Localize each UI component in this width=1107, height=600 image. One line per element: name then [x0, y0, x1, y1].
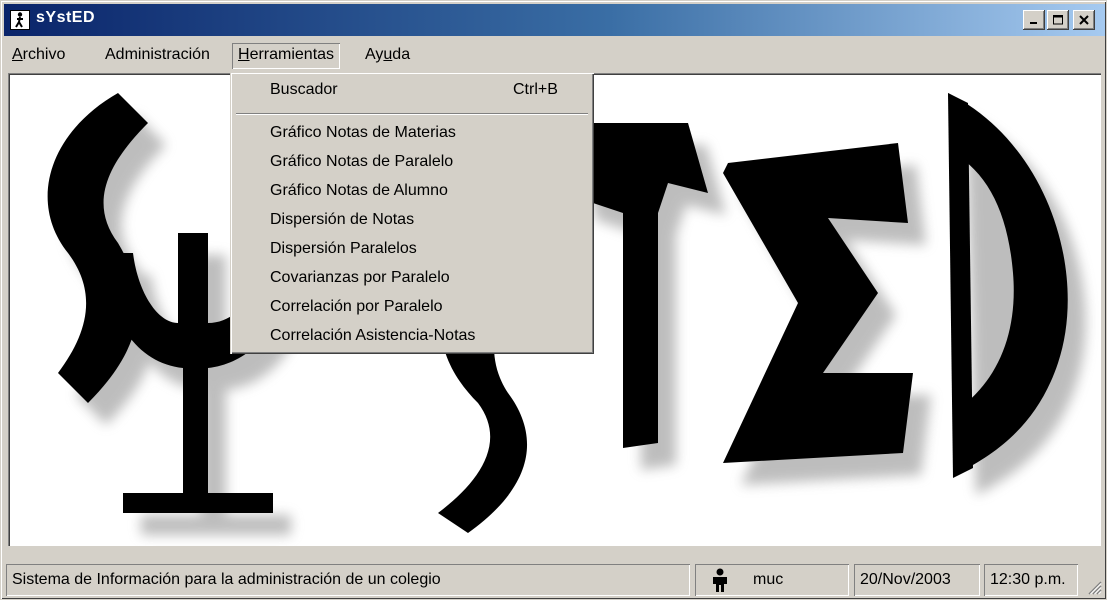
- close-button[interactable]: [1073, 10, 1095, 30]
- status-user-panel: muc: [695, 564, 849, 596]
- maximize-icon: [1052, 15, 1063, 25]
- status-bar: Sistema de Información para la administr…: [4, 561, 1105, 598]
- menu-ayuda[interactable]: Ayuda: [359, 43, 416, 69]
- menu-bar: Archivo Administración Herramientas Ayud…: [4, 39, 1105, 71]
- menu-separator: [236, 113, 588, 115]
- status-user: muc: [753, 571, 784, 588]
- menu-item-covarianzas-paralelo[interactable]: Covarianzas por Paralelo: [270, 265, 450, 291]
- status-date: 20/Nov/2003: [854, 564, 980, 596]
- main-window: sYstED Archivo Administración Herramient…: [0, 0, 1107, 600]
- menu-administracion[interactable]: Administración: [99, 43, 216, 69]
- minimize-icon: [1030, 22, 1037, 24]
- title-bar[interactable]: sYstED: [4, 4, 1105, 36]
- close-icon: [1079, 15, 1089, 25]
- menu-ayuda-label-rest: da: [392, 46, 411, 63]
- menu-herramientas-label: erramientas: [249, 46, 335, 63]
- resize-grip-icon[interactable]: [1084, 577, 1102, 595]
- menu-item-grafico-notas-materias[interactable]: Gráfico Notas de Materias: [270, 120, 456, 146]
- shortcut-buscador: Ctrl+B: [513, 81, 558, 98]
- menu-archivo-mnemonic: A: [12, 46, 23, 63]
- window-title: sYstED: [36, 9, 96, 26]
- menu-item-buscador[interactable]: Buscador: [270, 77, 338, 103]
- menu-item-correlacion-asistencia-notas[interactable]: Correlación Asistencia-Notas: [270, 323, 475, 349]
- menu-ayuda-mnemonic: u: [383, 46, 393, 63]
- menu-item-grafico-notas-alumno[interactable]: Gráfico Notas de Alumno: [270, 178, 448, 204]
- user-icon: [711, 568, 729, 596]
- maximize-button[interactable]: [1047, 10, 1069, 30]
- app-icon[interactable]: [10, 10, 30, 30]
- menu-archivo[interactable]: Archivo: [6, 43, 71, 69]
- menu-administracion-label: Administración: [105, 46, 210, 63]
- menu-herramientas-mnemonic: H: [238, 46, 250, 63]
- menu-item-dispersion-notas[interactable]: Dispersión de Notas: [270, 207, 414, 233]
- menu-herramientas[interactable]: Herramientas: [232, 43, 340, 69]
- herramientas-dropdown: Buscador Ctrl+B Gráfico Notas de Materia…: [230, 72, 594, 354]
- status-description: Sistema de Información para la administr…: [6, 564, 690, 596]
- menu-archivo-label: rchivo: [22, 46, 66, 63]
- menu-item-correlacion-paralelo[interactable]: Correlación por Paralelo: [270, 294, 443, 320]
- menu-item-dispersion-paralelos[interactable]: Dispersión Paralelos: [270, 236, 417, 262]
- menu-item-grafico-notas-paralelo[interactable]: Gráfico Notas de Paralelo: [270, 149, 453, 175]
- minimize-button[interactable]: [1023, 10, 1045, 30]
- status-time: 12:30 p.m.: [984, 564, 1078, 596]
- menu-ayuda-label-pre: Ay: [365, 46, 384, 63]
